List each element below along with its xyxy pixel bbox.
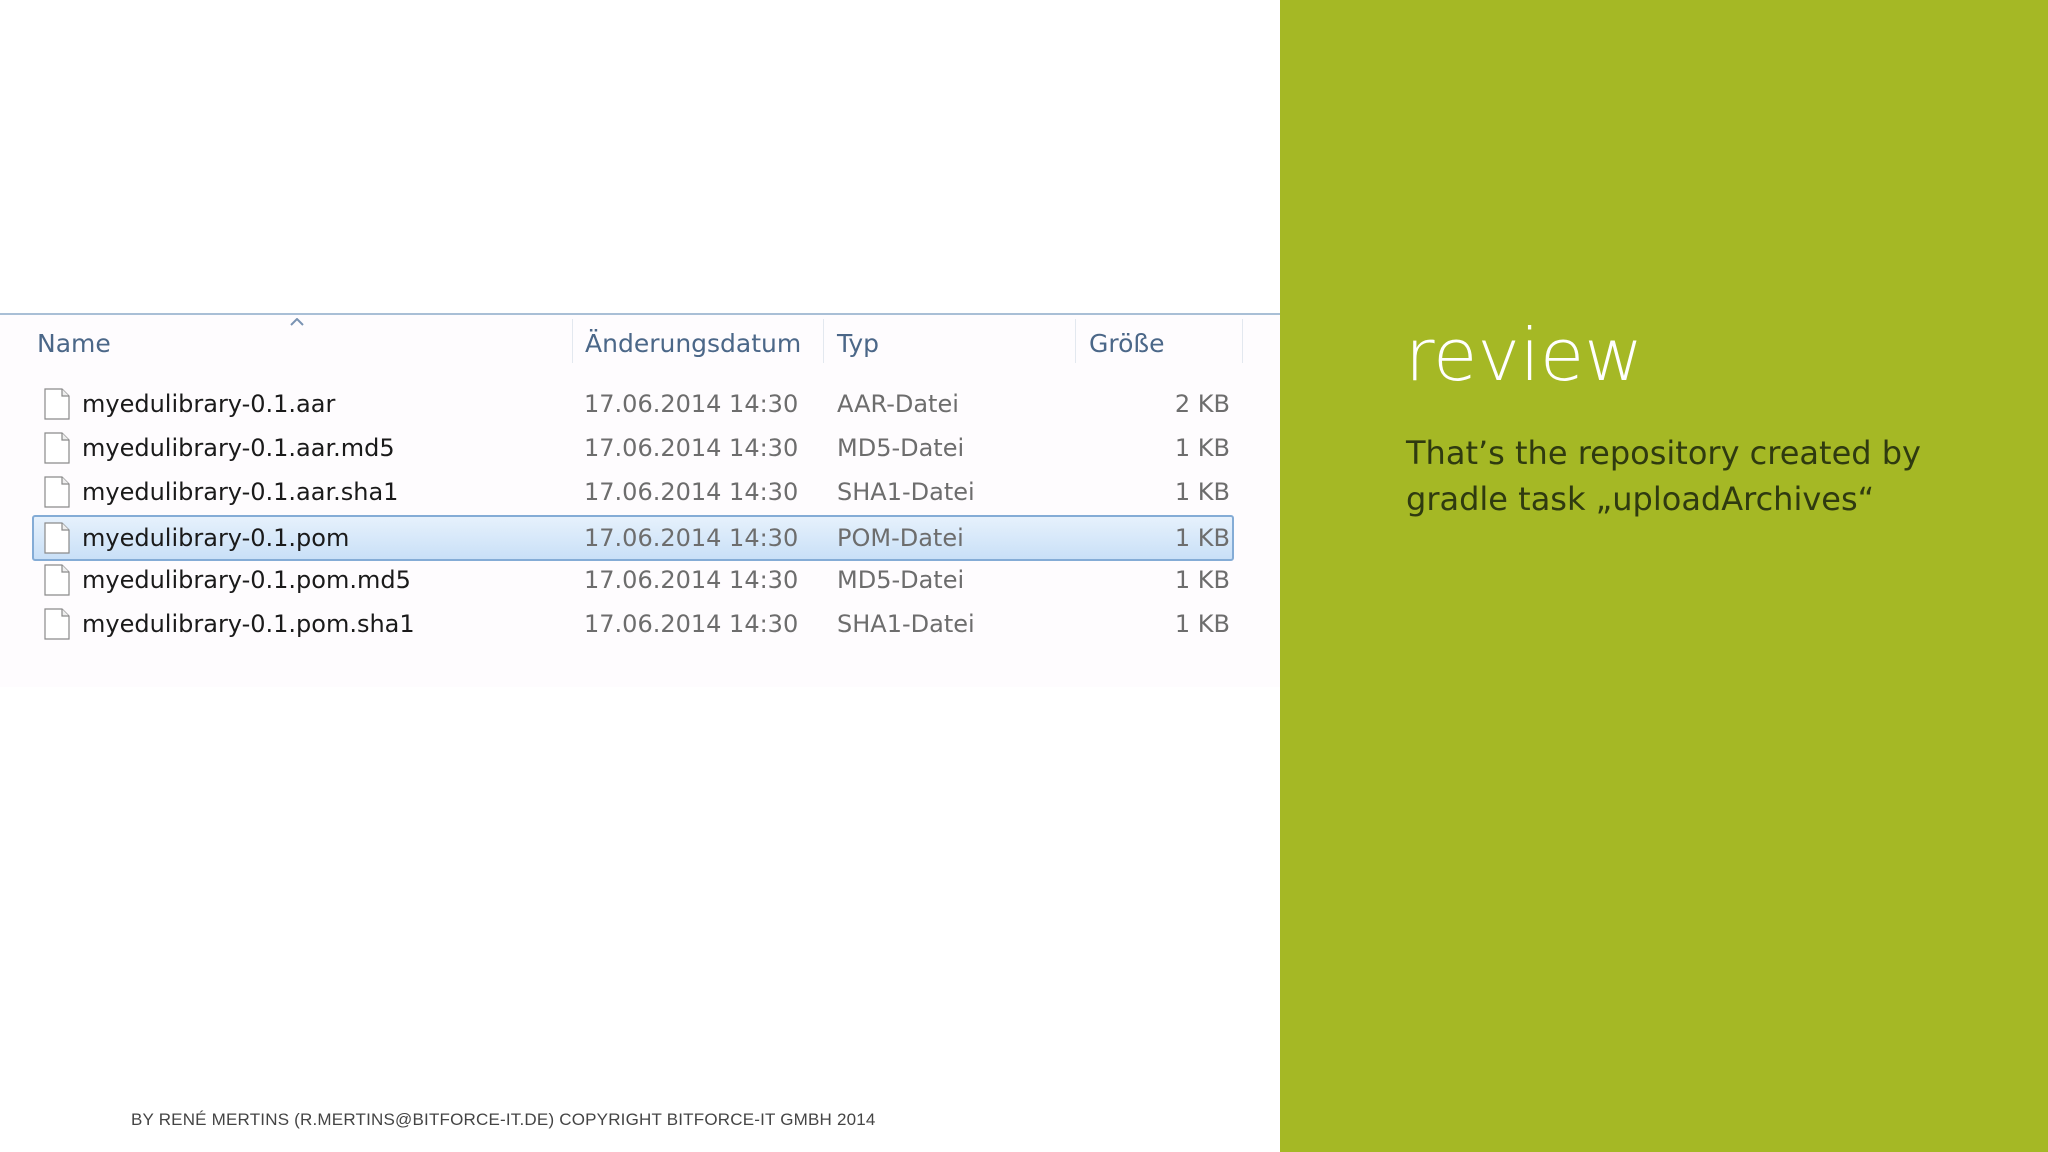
file-size: 1 KB xyxy=(1174,434,1230,462)
column-divider[interactable] xyxy=(572,319,573,363)
file-name: myedulibrary-0.1.aar.md5 xyxy=(82,434,395,462)
file-date: 17.06.2014 14:30 xyxy=(584,566,799,594)
column-header-type-label: Typ xyxy=(837,329,880,358)
document-icon xyxy=(44,432,70,464)
column-divider[interactable] xyxy=(1242,319,1243,363)
file-row-selected[interactable]: myedulibrary-0.1.pom 17.06.2014 14:30 PO… xyxy=(32,515,1234,561)
column-header-name[interactable]: Name xyxy=(37,315,570,369)
file-date: 17.06.2014 14:30 xyxy=(584,434,799,462)
file-date: 17.06.2014 14:30 xyxy=(584,478,799,506)
column-header-name-label: Name xyxy=(37,329,111,358)
document-icon xyxy=(44,476,70,508)
file-size: 1 KB xyxy=(1174,524,1230,552)
slide-footer: BY RENÉ MERTINS (R.MERTINS@BITFORCE-IT.D… xyxy=(131,1110,876,1129)
column-header-size-label: Größe xyxy=(1089,329,1165,358)
file-type: MD5-Datei xyxy=(837,566,965,594)
file-type: SHA1-Datei xyxy=(837,610,975,638)
column-header-date[interactable]: Änderungsdatum xyxy=(585,315,821,369)
file-explorer-list: Name Änderungsdatum Typ Größe myedulibra… xyxy=(0,313,1280,687)
file-size: 1 KB xyxy=(1174,610,1230,638)
file-name: myedulibrary-0.1.aar.sha1 xyxy=(82,478,399,506)
file-name: myedulibrary-0.1.pom.md5 xyxy=(82,566,411,594)
file-name: myedulibrary-0.1.pom xyxy=(82,524,350,552)
file-type: MD5-Datei xyxy=(837,434,965,462)
file-size: 2 KB xyxy=(1174,390,1230,418)
file-row[interactable]: myedulibrary-0.1.pom.md5 17.06.2014 14:3… xyxy=(32,560,1234,602)
file-type: SHA1-Datei xyxy=(837,478,975,506)
document-icon xyxy=(44,608,70,640)
column-divider[interactable] xyxy=(823,319,824,363)
document-icon xyxy=(44,564,70,596)
file-name: myedulibrary-0.1.pom.sha1 xyxy=(82,610,415,638)
column-divider[interactable] xyxy=(1075,319,1076,363)
file-row[interactable]: myedulibrary-0.1.aar 17.06.2014 14:30 AA… xyxy=(32,384,1234,426)
file-row[interactable]: myedulibrary-0.1.aar.sha1 17.06.2014 14:… xyxy=(32,472,1234,514)
slide-content-area: Name Änderungsdatum Typ Größe myedulibra… xyxy=(0,0,1280,1152)
document-icon xyxy=(44,522,70,554)
file-date: 17.06.2014 14:30 xyxy=(584,390,799,418)
slide-description: That’s the repository created by gradle … xyxy=(1406,434,1921,518)
column-header-type[interactable]: Typ xyxy=(837,315,1073,369)
file-size: 1 KB xyxy=(1174,478,1230,506)
file-size: 1 KB xyxy=(1174,566,1230,594)
file-row[interactable]: myedulibrary-0.1.pom.sha1 17.06.2014 14:… xyxy=(32,604,1234,646)
file-type: POM-Datei xyxy=(837,524,964,552)
document-icon xyxy=(44,388,70,420)
file-row[interactable]: myedulibrary-0.1.aar.md5 17.06.2014 14:3… xyxy=(32,428,1234,470)
column-header-size[interactable]: Größe xyxy=(1089,315,1239,369)
file-date: 17.06.2014 14:30 xyxy=(584,524,799,552)
column-header-date-label: Änderungsdatum xyxy=(585,329,802,358)
file-date: 17.06.2014 14:30 xyxy=(584,610,799,638)
file-type: AAR-Datei xyxy=(837,390,959,418)
accent-panel: review That’s the repository created by … xyxy=(1280,0,2048,1152)
slide-title: review xyxy=(1405,313,1644,397)
file-name: myedulibrary-0.1.aar xyxy=(82,390,336,418)
